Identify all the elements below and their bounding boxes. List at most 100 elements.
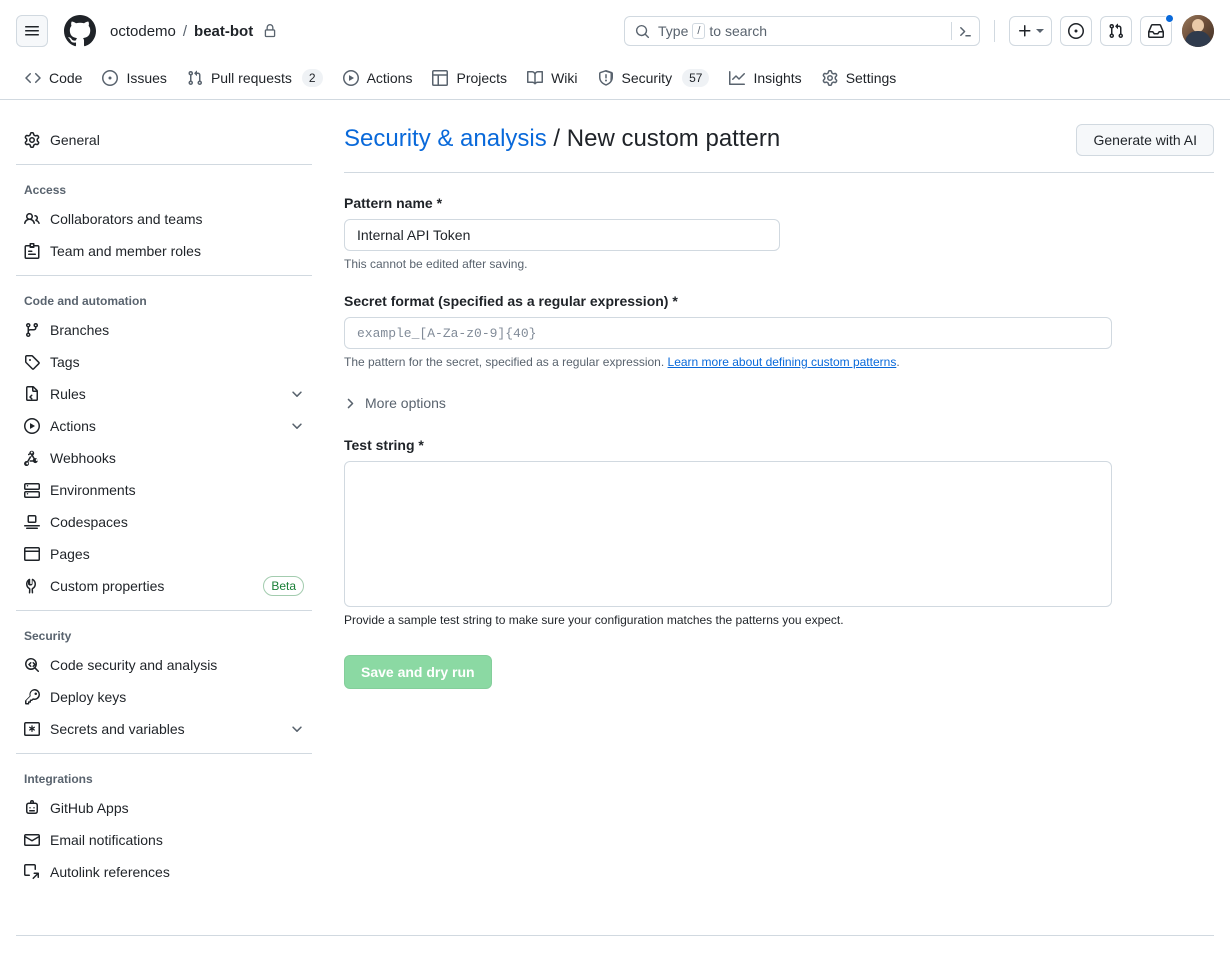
save-and-dry-run-button[interactable]: Save and dry run: [344, 654, 492, 689]
notifications-inbox-button[interactable]: [1140, 14, 1174, 46]
inbox-icon: [1148, 24, 1164, 38]
chevron-down-icon[interactable]: [290, 419, 304, 433]
pattern-name-input[interactable]: [344, 219, 780, 251]
app-icon: [26, 800, 38, 814]
sidebar-item-webhooks[interactable]: Webhooks: [16, 442, 312, 474]
sidebar-item-pages[interactable]: Pages: [16, 538, 312, 570]
sidebar-group-heading: Integrations: [24, 772, 93, 786]
test-string-label-text: Test string: [344, 436, 415, 453]
browser-icon: [24, 547, 40, 561]
repo-nav-item-wiki[interactable]: Wiki: [518, 62, 586, 94]
repo-nav-label: Code: [49, 70, 83, 86]
search-input[interactable]: Type / to search: [624, 16, 980, 46]
sidebar-item-environments[interactable]: Environments: [16, 474, 312, 506]
test-string-field-group: Test string * Provide a sample test stri…: [344, 437, 1214, 627]
sidebar-item-deploy-keys[interactable]: Deploy keys: [16, 681, 312, 713]
repo-owner-link[interactable]: octodemo: [110, 23, 176, 40]
sidebar-item-email-notifications[interactable]: Email notifications: [16, 824, 312, 856]
page-title-separator: /: [553, 125, 561, 152]
asterisk-box-icon: [24, 721, 40, 737]
pattern-name-label-text: Pattern name: [344, 195, 433, 211]
sidebar-group-heading: Code and automation: [24, 294, 147, 308]
user-avatar[interactable]: [1182, 15, 1214, 47]
repo-nav-item-code[interactable]: Code: [16, 62, 91, 94]
gear-icon: [822, 70, 838, 86]
sidebar-item-code-security-and-analysis[interactable]: Code security and analysis: [16, 649, 312, 681]
sidebar-item-custom-properties[interactable]: Custom properties Beta: [16, 570, 312, 602]
sidebar-group-heading: Access: [24, 183, 67, 197]
sidebar-item-label: Environments: [50, 482, 136, 498]
sidebar-item-label: Code security and analysis: [50, 657, 218, 673]
sidebar-item-team-and-member-roles[interactable]: Team and member roles: [16, 235, 312, 267]
header-actions: Type / to search: [624, 0, 1214, 62]
sidebar-item-github-apps[interactable]: GitHub Apps: [16, 792, 312, 824]
tag-icon: [25, 355, 40, 370]
main-content: Security & analysis / New custom pattern…: [328, 124, 1214, 888]
repo-nav-item-projects[interactable]: Projects: [423, 62, 516, 94]
generate-with-ai-button[interactable]: Generate with AI: [1076, 124, 1214, 156]
test-string-textarea[interactable]: [344, 460, 1112, 607]
repo-nav-item-actions[interactable]: Actions: [334, 62, 422, 94]
status-badge: Beta: [263, 576, 304, 596]
key-icon: [25, 689, 40, 705]
sidebar-item-general[interactable]: General: [16, 124, 312, 156]
main-header: Security & analysis / New custom pattern…: [344, 124, 1214, 173]
people-icon: [24, 211, 40, 227]
play-icon: [342, 70, 359, 86]
chevron-right-icon: [344, 397, 357, 410]
sidebar-item-label: Tags: [50, 354, 80, 370]
terminal-icon[interactable]: [958, 24, 973, 39]
pattern-name-hint: This cannot be edited after saving.: [344, 257, 528, 271]
graph-icon: [729, 70, 746, 86]
tools-icon: [24, 578, 40, 594]
chevron-down-icon[interactable]: [290, 722, 304, 736]
play-icon: [342, 70, 359, 86]
custom-patterns-docs-link[interactable]: Learn more about defining custom pattern…: [668, 355, 897, 369]
repo-nav-label: Projects: [456, 70, 508, 86]
tools-icon: [25, 578, 37, 594]
chevron-down-icon[interactable]: [290, 387, 304, 401]
breadcrumb-separator: /: [182, 22, 188, 40]
lock-icon: [263, 24, 277, 38]
shield-icon: [598, 70, 613, 86]
page-title-parent-link[interactable]: Security & analysis: [344, 125, 547, 152]
git-pull-request-icon: [188, 70, 202, 86]
hamburger-menu-button[interactable]: [16, 15, 48, 47]
pull-requests-button[interactable]: [1100, 16, 1132, 46]
sidebar-item-codespaces[interactable]: Codespaces: [16, 506, 312, 538]
secret-format-label-text: Secret format (specified as a regular ex…: [344, 293, 669, 309]
plus-icon: [1019, 25, 1031, 37]
github-logo-button[interactable]: [64, 15, 96, 47]
sidebar-item-label: Collaborators and teams: [50, 211, 203, 227]
sidebar-item-rules[interactable]: Rules: [16, 378, 312, 410]
repo-nav-item-security[interactable]: Security 57: [589, 62, 719, 94]
sidebar-item-actions[interactable]: Actions: [16, 410, 312, 442]
sidebar-item-secrets-and-variables[interactable]: Secrets and variables: [16, 713, 312, 745]
more-options-toggle[interactable]: More options: [344, 395, 446, 411]
secret-format-input[interactable]: [344, 317, 1112, 349]
sidebar-item-collaborators-and-teams[interactable]: Collaborators and teams: [16, 203, 312, 235]
sidebar-group: Integrations GitHub Apps Email notificatio…: [16, 753, 312, 888]
rules-icon: [26, 386, 38, 401]
repo-nav-item-insights[interactable]: Insights: [720, 62, 810, 94]
sidebar-item-tags[interactable]: Tags: [16, 346, 312, 378]
pattern-name-field-group: Pattern name * This cannot be edited aft…: [344, 195, 1214, 271]
secret-format-required-marker: *: [672, 293, 678, 309]
table-icon: [432, 70, 449, 86]
asterisk-box-icon: [24, 722, 40, 736]
search-placeholder: Type / to search: [658, 23, 945, 39]
issue-opened-icon: [102, 70, 119, 86]
repo-nav-item-pull-requests[interactable]: Pull requests 2: [178, 62, 332, 94]
repo-nav-counter: 2: [301, 69, 323, 87]
repo-nav-label: Security: [621, 70, 673, 86]
repo-nav-item-issues[interactable]: Issues: [93, 62, 175, 94]
issues-button[interactable]: [1060, 16, 1092, 46]
sidebar-item-label: Deploy keys: [50, 689, 127, 705]
repo-nav-item-settings[interactable]: Settings: [813, 62, 906, 94]
sidebar-item-autolink-references[interactable]: Autolink references: [16, 856, 312, 888]
create-new-button[interactable]: [1009, 16, 1052, 46]
sidebar-item-branches[interactable]: Branches: [16, 314, 312, 346]
repo-nav-counter: 57: [682, 69, 710, 87]
repo-name-link[interactable]: beat-bot: [194, 23, 253, 40]
book-icon: [527, 70, 544, 85]
